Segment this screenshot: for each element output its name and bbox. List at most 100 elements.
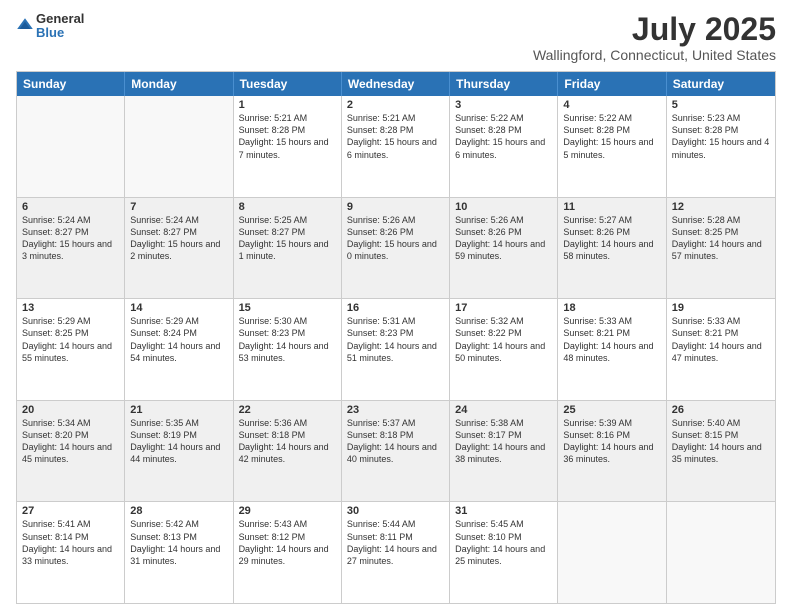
day-info: Sunrise: 5:40 AMSunset: 8:15 PMDaylight:… (672, 417, 770, 466)
day-info: Sunrise: 5:30 AMSunset: 8:23 PMDaylight:… (239, 315, 336, 364)
cal-header-day: Monday (125, 72, 233, 96)
calendar-cell: 6Sunrise: 5:24 AMSunset: 8:27 PMDaylight… (17, 198, 125, 299)
calendar-cell (667, 502, 775, 603)
day-info: Sunrise: 5:31 AMSunset: 8:23 PMDaylight:… (347, 315, 444, 364)
day-number: 29 (239, 505, 336, 517)
logo-text-blue: Blue (36, 26, 84, 40)
day-number: 15 (239, 302, 336, 314)
day-number: 14 (130, 302, 227, 314)
day-number: 26 (672, 404, 770, 416)
day-info: Sunrise: 5:25 AMSunset: 8:27 PMDaylight:… (239, 214, 336, 263)
calendar-cell: 26Sunrise: 5:40 AMSunset: 8:15 PMDayligh… (667, 401, 775, 502)
calendar-cell (558, 502, 666, 603)
calendar-cell: 11Sunrise: 5:27 AMSunset: 8:26 PMDayligh… (558, 198, 666, 299)
calendar-cell: 30Sunrise: 5:44 AMSunset: 8:11 PMDayligh… (342, 502, 450, 603)
cal-header-day: Tuesday (234, 72, 342, 96)
calendar-cell: 27Sunrise: 5:41 AMSunset: 8:14 PMDayligh… (17, 502, 125, 603)
day-number: 18 (563, 302, 660, 314)
day-number: 9 (347, 201, 444, 213)
calendar-cell: 12Sunrise: 5:28 AMSunset: 8:25 PMDayligh… (667, 198, 775, 299)
day-number: 17 (455, 302, 552, 314)
day-info: Sunrise: 5:33 AMSunset: 8:21 PMDaylight:… (563, 315, 660, 364)
day-number: 20 (22, 404, 119, 416)
day-number: 21 (130, 404, 227, 416)
calendar-cell (125, 96, 233, 197)
day-number: 28 (130, 505, 227, 517)
calendar-cell: 22Sunrise: 5:36 AMSunset: 8:18 PMDayligh… (234, 401, 342, 502)
calendar-cell: 14Sunrise: 5:29 AMSunset: 8:24 PMDayligh… (125, 299, 233, 400)
day-info: Sunrise: 5:32 AMSunset: 8:22 PMDaylight:… (455, 315, 552, 364)
cal-header-day: Wednesday (342, 72, 450, 96)
day-info: Sunrise: 5:21 AMSunset: 8:28 PMDaylight:… (239, 112, 336, 161)
calendar-week: 27Sunrise: 5:41 AMSunset: 8:14 PMDayligh… (17, 501, 775, 603)
day-info: Sunrise: 5:38 AMSunset: 8:17 PMDaylight:… (455, 417, 552, 466)
day-number: 25 (563, 404, 660, 416)
cal-header-day: Saturday (667, 72, 775, 96)
calendar-cell: 10Sunrise: 5:26 AMSunset: 8:26 PMDayligh… (450, 198, 558, 299)
day-info: Sunrise: 5:24 AMSunset: 8:27 PMDaylight:… (22, 214, 119, 263)
calendar-week: 6Sunrise: 5:24 AMSunset: 8:27 PMDaylight… (17, 197, 775, 299)
title-block: July 2025 Wallingford, Connecticut, Unit… (533, 12, 776, 63)
calendar-cell: 28Sunrise: 5:42 AMSunset: 8:13 PMDayligh… (125, 502, 233, 603)
cal-header-day: Sunday (17, 72, 125, 96)
calendar-header: SundayMondayTuesdayWednesdayThursdayFrid… (17, 72, 775, 96)
page-title: July 2025 (533, 12, 776, 47)
day-info: Sunrise: 5:33 AMSunset: 8:21 PMDaylight:… (672, 315, 770, 364)
day-number: 31 (455, 505, 552, 517)
day-number: 8 (239, 201, 336, 213)
day-info: Sunrise: 5:28 AMSunset: 8:25 PMDaylight:… (672, 214, 770, 263)
page-subtitle: Wallingford, Connecticut, United States (533, 47, 776, 63)
calendar-cell: 7Sunrise: 5:24 AMSunset: 8:27 PMDaylight… (125, 198, 233, 299)
calendar-cell: 3Sunrise: 5:22 AMSunset: 8:28 PMDaylight… (450, 96, 558, 197)
day-info: Sunrise: 5:21 AMSunset: 8:28 PMDaylight:… (347, 112, 444, 161)
calendar-cell: 9Sunrise: 5:26 AMSunset: 8:26 PMDaylight… (342, 198, 450, 299)
day-info: Sunrise: 5:22 AMSunset: 8:28 PMDaylight:… (455, 112, 552, 161)
day-number: 13 (22, 302, 119, 314)
day-number: 5 (672, 99, 770, 111)
calendar-cell: 16Sunrise: 5:31 AMSunset: 8:23 PMDayligh… (342, 299, 450, 400)
day-info: Sunrise: 5:29 AMSunset: 8:24 PMDaylight:… (130, 315, 227, 364)
day-info: Sunrise: 5:23 AMSunset: 8:28 PMDaylight:… (672, 112, 770, 161)
day-number: 7 (130, 201, 227, 213)
day-number: 19 (672, 302, 770, 314)
day-number: 11 (563, 201, 660, 213)
day-info: Sunrise: 5:36 AMSunset: 8:18 PMDaylight:… (239, 417, 336, 466)
day-info: Sunrise: 5:34 AMSunset: 8:20 PMDaylight:… (22, 417, 119, 466)
calendar-cell: 13Sunrise: 5:29 AMSunset: 8:25 PMDayligh… (17, 299, 125, 400)
day-number: 3 (455, 99, 552, 111)
day-number: 4 (563, 99, 660, 111)
day-info: Sunrise: 5:26 AMSunset: 8:26 PMDaylight:… (455, 214, 552, 263)
calendar-cell: 18Sunrise: 5:33 AMSunset: 8:21 PMDayligh… (558, 299, 666, 400)
day-info: Sunrise: 5:26 AMSunset: 8:26 PMDaylight:… (347, 214, 444, 263)
calendar-cell: 29Sunrise: 5:43 AMSunset: 8:12 PMDayligh… (234, 502, 342, 603)
day-number: 1 (239, 99, 336, 111)
day-info: Sunrise: 5:39 AMSunset: 8:16 PMDaylight:… (563, 417, 660, 466)
calendar-cell: 5Sunrise: 5:23 AMSunset: 8:28 PMDaylight… (667, 96, 775, 197)
day-number: 30 (347, 505, 444, 517)
calendar-week: 1Sunrise: 5:21 AMSunset: 8:28 PMDaylight… (17, 96, 775, 197)
day-info: Sunrise: 5:35 AMSunset: 8:19 PMDaylight:… (130, 417, 227, 466)
calendar-cell: 2Sunrise: 5:21 AMSunset: 8:28 PMDaylight… (342, 96, 450, 197)
day-info: Sunrise: 5:44 AMSunset: 8:11 PMDaylight:… (347, 518, 444, 567)
calendar-cell: 8Sunrise: 5:25 AMSunset: 8:27 PMDaylight… (234, 198, 342, 299)
calendar-cell: 15Sunrise: 5:30 AMSunset: 8:23 PMDayligh… (234, 299, 342, 400)
calendar-week: 20Sunrise: 5:34 AMSunset: 8:20 PMDayligh… (17, 400, 775, 502)
calendar-cell: 21Sunrise: 5:35 AMSunset: 8:19 PMDayligh… (125, 401, 233, 502)
logo-text-general: General (36, 12, 84, 26)
calendar-week: 13Sunrise: 5:29 AMSunset: 8:25 PMDayligh… (17, 298, 775, 400)
logo-icon (16, 17, 34, 35)
logo: General Blue (16, 12, 84, 41)
cal-header-day: Friday (558, 72, 666, 96)
calendar-cell: 24Sunrise: 5:38 AMSunset: 8:17 PMDayligh… (450, 401, 558, 502)
calendar-cell: 17Sunrise: 5:32 AMSunset: 8:22 PMDayligh… (450, 299, 558, 400)
cal-header-day: Thursday (450, 72, 558, 96)
day-info: Sunrise: 5:37 AMSunset: 8:18 PMDaylight:… (347, 417, 444, 466)
calendar-page: General Blue July 2025 Wallingford, Conn… (0, 0, 792, 612)
calendar-cell: 4Sunrise: 5:22 AMSunset: 8:28 PMDaylight… (558, 96, 666, 197)
calendar-cell: 1Sunrise: 5:21 AMSunset: 8:28 PMDaylight… (234, 96, 342, 197)
calendar: SundayMondayTuesdayWednesdayThursdayFrid… (16, 71, 776, 604)
page-header: General Blue July 2025 Wallingford, Conn… (16, 12, 776, 63)
calendar-cell: 19Sunrise: 5:33 AMSunset: 8:21 PMDayligh… (667, 299, 775, 400)
day-number: 27 (22, 505, 119, 517)
day-info: Sunrise: 5:45 AMSunset: 8:10 PMDaylight:… (455, 518, 552, 567)
